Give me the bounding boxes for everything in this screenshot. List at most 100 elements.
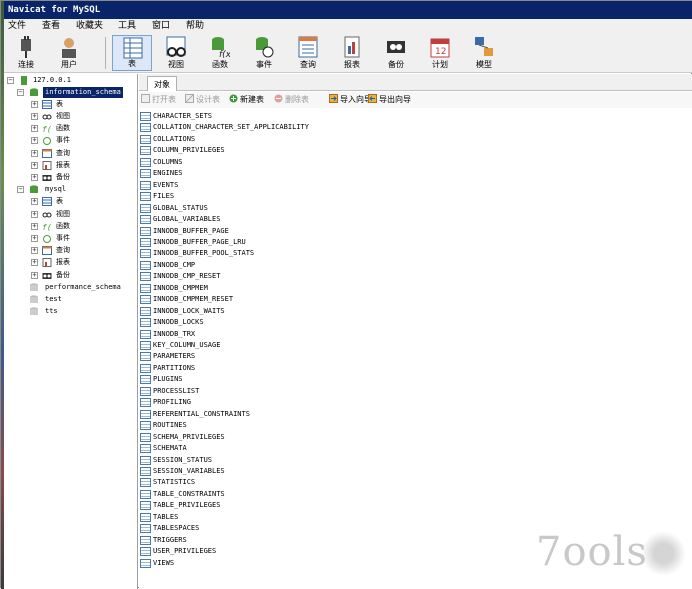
collapse-toggle[interactable]: −: [17, 186, 24, 194]
svg-text:f(): f(): [42, 223, 52, 231]
toolbar-button-6[interactable]: 查询: [288, 35, 328, 71]
table-name: PARTITIONS: [153, 363, 196, 372]
table-icon: [140, 466, 151, 476]
toolbar-label: 连接: [18, 60, 34, 69]
tree-row[interactable]: − information_schema: [17, 86, 135, 98]
table-icon: [140, 192, 151, 202]
expand-toggle[interactable]: +: [31, 222, 38, 230]
toolbar-label: 报表: [344, 60, 360, 69]
table-name: ENGINES: [153, 169, 183, 178]
table-name: COLUMN_PRIVILEGES: [153, 146, 225, 155]
menu-item-5[interactable]: 帮助: [186, 19, 204, 33]
table-icon: [140, 398, 151, 408]
table-name: GLOBAL_VARIABLES: [153, 215, 221, 224]
menu-bar: 文件 查看 收藏夹 工具 窗口 帮助: [4, 19, 692, 33]
collapse-toggle[interactable]: −: [17, 88, 24, 96]
table-name: INNODB_BUFFER_POOL_STATS: [153, 249, 255, 258]
database-label: information_schema: [43, 86, 123, 98]
table-icon: [140, 112, 151, 121]
expand-toggle[interactable]: +: [31, 234, 38, 242]
expand-toggle[interactable]: +: [31, 100, 38, 108]
table-icon: [140, 547, 151, 557]
toolbar-button-10[interactable]: 模型: [464, 35, 504, 71]
object-toolbar-button-0: 打开表: [141, 92, 176, 108]
table-icon: [140, 295, 151, 305]
table-name: TABLES: [153, 512, 179, 521]
collapse-toggle[interactable]: −: [7, 77, 14, 84]
object-toolbar-button-4[interactable]: 导入向导: [329, 92, 372, 108]
table-icon: [140, 146, 151, 156]
table-icon: [140, 318, 151, 328]
backup-icon: [42, 271, 52, 280]
expand-toggle[interactable]: +: [31, 173, 38, 181]
event-icon: [42, 234, 52, 243]
expand-toggle[interactable]: +: [31, 149, 38, 157]
table-name: SESSION_VARIABLES: [153, 466, 225, 475]
table-icon: [140, 215, 151, 225]
expand-toggle[interactable]: +: [31, 247, 38, 255]
toolbar-button-5[interactable]: 事件: [244, 35, 284, 71]
table-name: INNODB_BUFFER_PAGE_LRU: [153, 237, 246, 246]
database-icon: [29, 295, 39, 304]
tab-objects[interactable]: 对象: [147, 76, 177, 91]
toolbar-button-9[interactable]: 12 计划: [420, 35, 460, 71]
expand-toggle[interactable]: +: [31, 125, 38, 133]
table-name: INNODB_LOCKS: [153, 318, 204, 327]
table-icon: [140, 375, 151, 385]
tree-child-label: 查询: [56, 246, 70, 255]
toolbar-button-4[interactable]: f(x) 函数: [200, 35, 240, 71]
table-name: SCHEMA_PRIVILEGES: [153, 432, 225, 441]
menu-item-2[interactable]: 收藏夹: [76, 19, 103, 33]
object-toolbar-button-5[interactable]: 导出向导: [368, 92, 411, 108]
user-icon: [59, 36, 79, 58]
table-name: USER_PRIVILEGES: [153, 547, 217, 556]
toolbar-button-8[interactable]: 备份: [376, 35, 416, 71]
expand-toggle[interactable]: +: [31, 198, 38, 206]
expand-toggle[interactable]: +: [31, 210, 38, 218]
tree-child-label: 备份: [56, 172, 70, 181]
table-name: PROFILING: [153, 398, 191, 407]
tree-child-label: 报表: [56, 258, 70, 267]
svg-text:f(x): f(x): [219, 50, 230, 58]
table-name: INNODB_TRX: [153, 329, 196, 338]
toolbar-button-1[interactable]: 用户: [49, 35, 89, 71]
backup-icon: [386, 36, 406, 58]
expand-toggle[interactable]: +: [31, 112, 38, 120]
expand-toggle[interactable]: +: [31, 137, 38, 145]
schedule-icon: 12: [430, 36, 450, 58]
toolbar-button-0[interactable]: 连接: [6, 35, 46, 71]
tree-child-label: 事件: [56, 233, 70, 242]
toolbar-button-7[interactable]: 报表: [332, 35, 372, 71]
object-toolbar-button-2[interactable]: 新建表: [229, 92, 264, 108]
expand-toggle[interactable]: +: [31, 259, 38, 267]
title-bar: Navicat for MySQL: [4, 1, 692, 19]
table-icon: [140, 180, 151, 190]
model-icon: [474, 36, 494, 58]
table-name: TABLE_PRIVILEGES: [153, 501, 221, 510]
toolbar-label: 备份: [388, 60, 404, 69]
table-icon: [140, 134, 151, 144]
table-icon: [140, 329, 151, 339]
view-icon: [42, 112, 52, 121]
expand-toggle[interactable]: +: [31, 271, 38, 279]
table-icon: [140, 558, 151, 568]
menu-item-4[interactable]: 窗口: [152, 19, 170, 33]
expand-toggle[interactable]: +: [31, 161, 38, 169]
event-icon: [42, 136, 52, 146]
object-toolbar: 打开表 设计表 新建表 删除表 导入向导 导出向导: [139, 92, 692, 108]
table-name: SESSION_STATUS: [153, 455, 213, 464]
toolbar-button-2[interactable]: 表: [112, 35, 152, 71]
table-icon: [140, 341, 151, 350]
tree-child-label: 事件: [56, 136, 70, 145]
menu-item-3[interactable]: 工具: [118, 19, 136, 33]
table-icon: [140, 283, 151, 293]
menu-item-0[interactable]: 文件: [8, 19, 26, 33]
view-icon: [42, 210, 52, 219]
query-icon: [42, 148, 52, 158]
toolbar-button-3[interactable]: 视图: [156, 35, 196, 71]
database-label: mysql: [45, 185, 67, 194]
table-icon: [42, 99, 52, 109]
tree-child-label: 视图: [56, 209, 70, 218]
function-icon: f(x): [210, 36, 235, 60]
menu-item-1[interactable]: 查看: [42, 19, 60, 33]
